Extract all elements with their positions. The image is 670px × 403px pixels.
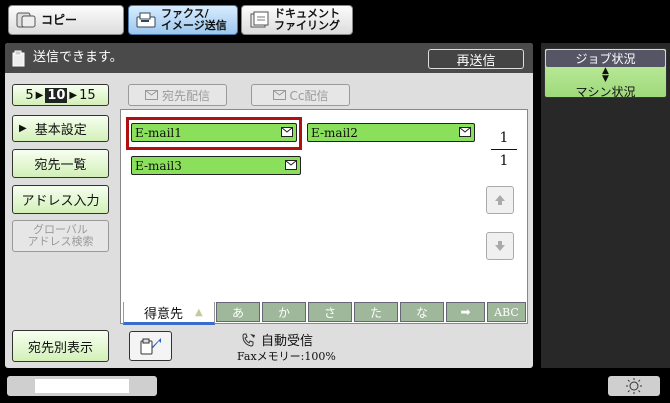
index-tab-a[interactable]: あ xyxy=(216,302,260,322)
main-panel: 送信できます。 再送信 5 ▶ 10 ▶ 15 宛先配信 Cc配信 ▶ 基本設定… xyxy=(5,43,533,368)
index-tab-customers-label: 得意先 xyxy=(144,306,184,322)
page-current-value: 10 xyxy=(45,87,68,103)
mail-send-shortcut-button[interactable] xyxy=(129,331,172,361)
cc-send-label: Cc配信 xyxy=(289,88,329,103)
address-entry-email3[interactable]: E-mail3 xyxy=(131,156,301,175)
resend-button[interactable]: 再送信 xyxy=(428,49,524,69)
index-tab-abc[interactable]: ABC xyxy=(487,302,526,322)
status-bar: 送信できます。 再送信 xyxy=(5,43,533,73)
tab-document-filing[interactable]: ドキュメント ファイリング xyxy=(241,5,353,35)
page-indicator: 1 1 xyxy=(489,130,519,169)
basic-settings-label: 基本設定 xyxy=(34,123,87,138)
page-next-value: 15 xyxy=(79,87,96,103)
index-tab-next[interactable]: ➡ xyxy=(446,302,485,322)
index-tab-sa[interactable]: さ xyxy=(308,302,352,322)
bottom-indicator xyxy=(7,376,157,396)
right-arrow-icon: ➡ xyxy=(460,305,471,319)
address-input-button[interactable]: アドレス入力 xyxy=(12,185,109,214)
index-tab-ta[interactable]: た xyxy=(354,302,398,322)
machine-status-label: マシン状況 xyxy=(575,85,636,99)
right-triangle-icon: ▶ xyxy=(19,123,27,134)
address-book-panel: E-mail1 E-mail2 E-mail3 1 1 xyxy=(120,109,528,324)
to-send-button: 宛先配信 xyxy=(128,84,227,106)
right-triangle-icon: ▶ xyxy=(69,89,78,101)
destination-view-button[interactable]: 宛先別表示 xyxy=(12,330,109,362)
tab-filing-label-line2: ファイリング xyxy=(274,19,340,32)
address-entry-email1[interactable]: E-mail1 xyxy=(131,123,297,142)
scroll-up-button[interactable] xyxy=(486,186,514,214)
address-entry-email2[interactable]: E-mail2 xyxy=(307,123,475,142)
global-address-search-button: グローバル アドレス検索 xyxy=(12,220,109,252)
entry-label: E-mail1 xyxy=(135,125,182,140)
side-panel: ジョブ状況 ▲ ▼ マシン状況 xyxy=(541,43,670,368)
copy-icon xyxy=(16,12,36,28)
indicator-bar xyxy=(35,379,129,393)
envelope-icon xyxy=(281,127,293,137)
global-search-label-line2: アドレス検索 xyxy=(27,235,94,248)
index-tab-ka[interactable]: か xyxy=(262,302,306,322)
envelope-icon xyxy=(272,90,286,100)
auto-receive-label: 自動受信 xyxy=(261,334,314,349)
tab-copy[interactable]: コピー xyxy=(8,5,124,35)
envelope-icon xyxy=(459,127,471,137)
page-prev-value: 5 xyxy=(25,87,34,103)
up-triangle-icon: ▲ xyxy=(195,306,203,318)
tab-fax-label-line2: イメージ送信 xyxy=(161,19,227,32)
entry-label: E-mail2 xyxy=(311,125,358,140)
entry-label: E-mail3 xyxy=(135,158,182,173)
tab-fax-image-send[interactable]: ファクス/ イメージ送信 xyxy=(128,5,238,35)
fax-icon xyxy=(136,12,156,28)
up-down-arrows-icon: ▲ ▼ xyxy=(602,66,609,84)
fax-memory-status: Faxメモリー:100% xyxy=(237,350,336,363)
brightness-icon xyxy=(626,378,642,394)
filing-icon xyxy=(250,11,269,28)
page-range-selector[interactable]: 5 ▶ 10 ▶ 15 xyxy=(12,84,109,106)
to-send-label: 宛先配信 xyxy=(161,88,210,103)
status-message: 送信できます。 xyxy=(33,50,123,65)
cc-send-button: Cc配信 xyxy=(251,84,350,106)
index-tab-customers[interactable]: 得意先 ▲ xyxy=(123,302,215,325)
basic-settings-button[interactable]: ▶ 基本設定 xyxy=(12,115,109,142)
down-arrow-icon xyxy=(495,241,505,251)
job-machine-status-button[interactable]: ジョブ状況 ▲ ▼ マシン状況 xyxy=(544,48,667,99)
up-arrow-icon xyxy=(495,195,505,205)
right-triangle-icon: ▶ xyxy=(35,89,44,101)
document-icon xyxy=(12,50,25,67)
envelope-icon xyxy=(144,90,158,100)
page-total: 1 xyxy=(499,153,509,169)
index-tab-na[interactable]: な xyxy=(400,302,444,322)
phone-send-icon xyxy=(140,338,161,355)
tab-copy-label: コピー xyxy=(41,13,78,27)
destination-list-button[interactable]: 宛先一覧 xyxy=(12,149,109,178)
page-current: 1 xyxy=(499,130,509,146)
scroll-down-button[interactable] xyxy=(486,232,514,260)
phone-receive-icon xyxy=(242,333,255,347)
brightness-button[interactable] xyxy=(608,376,660,396)
auto-receive-status: 自動受信 xyxy=(241,330,313,349)
envelope-icon xyxy=(285,160,297,170)
job-status-label: ジョブ状況 xyxy=(546,50,665,67)
